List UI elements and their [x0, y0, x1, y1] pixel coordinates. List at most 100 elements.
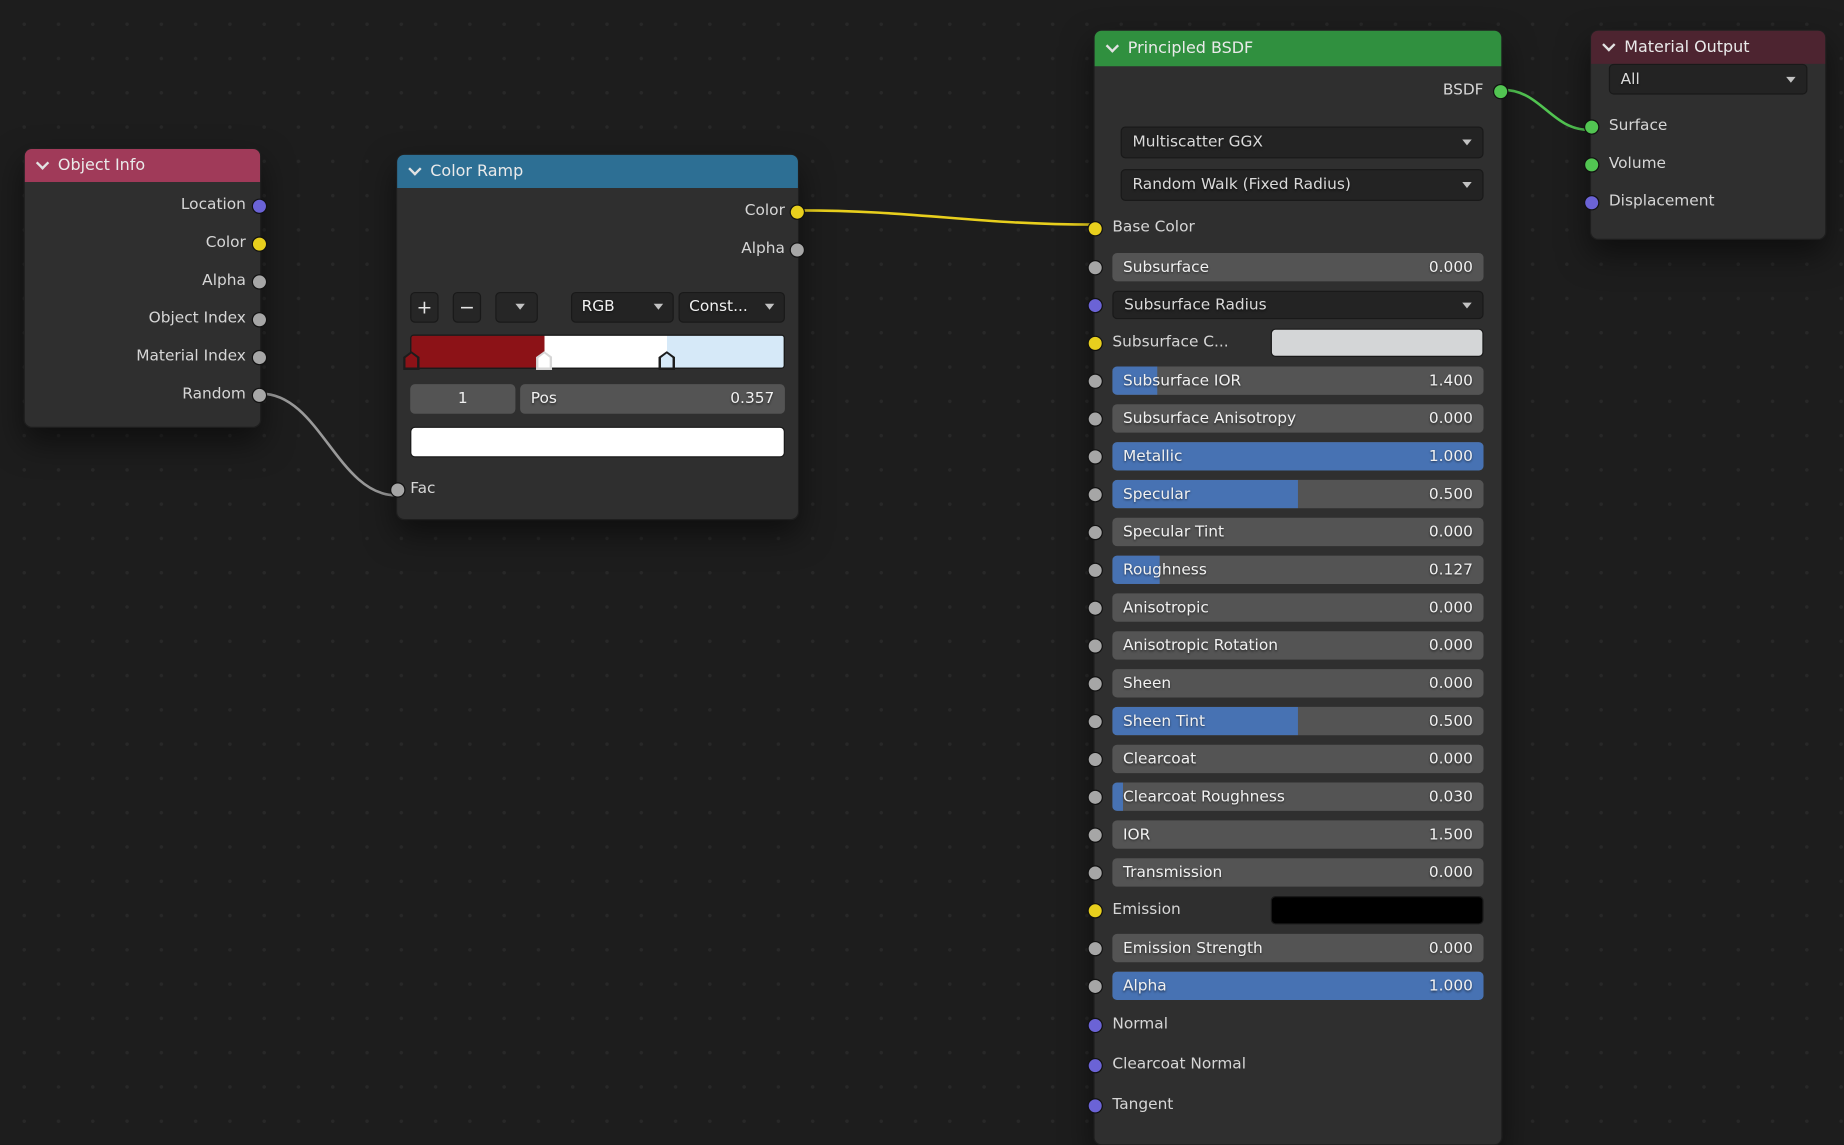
socket-anisotropic-rotation[interactable]	[1088, 638, 1103, 653]
node-header[interactable]: Color Ramp	[397, 155, 798, 188]
row-label: Color	[410, 196, 785, 227]
add-stop-button[interactable]: +	[410, 291, 438, 322]
node-editor-canvas[interactable]: Object Info LocationColorAlphaObject Ind…	[0, 0, 1844, 1144]
socket-color[interactable]	[252, 236, 267, 251]
slider-roughness[interactable]: Roughness0.127	[1112, 556, 1483, 584]
socket-bsdf[interactable]	[1493, 83, 1508, 98]
slider-value: 0.500	[1429, 485, 1473, 503]
socket-emission[interactable]	[1088, 903, 1103, 918]
socket-volume[interactable]	[1584, 157, 1599, 172]
slider-anisotropic-rotation[interactable]: Anisotropic Rotation0.000	[1112, 631, 1483, 659]
socket-subsurface-c[interactable]	[1088, 335, 1103, 350]
socket-object-index[interactable]	[252, 311, 267, 326]
socket-base-color[interactable]	[1088, 220, 1103, 235]
socket-clearcoat-roughness[interactable]	[1088, 789, 1103, 804]
node-principled-bsdf[interactable]: Principled BSDF BSDF Multiscatter GGX Ra…	[1093, 30, 1502, 1145]
socket-subsurface[interactable]	[1088, 259, 1103, 274]
socket-location[interactable]	[252, 198, 267, 213]
subsurface-method-dropdown[interactable]: Random Walk (Fixed Radius)	[1121, 169, 1484, 201]
socket-subsurface-anisotropy[interactable]	[1088, 411, 1103, 426]
remove-stop-button[interactable]: −	[453, 291, 481, 322]
chevron-down-icon	[1786, 76, 1795, 82]
slider-sheen-tint[interactable]: Sheen Tint0.500	[1112, 707, 1483, 735]
slider-clearcoat[interactable]: Clearcoat0.000	[1112, 745, 1483, 773]
socket-ior[interactable]	[1088, 827, 1103, 842]
distribution-dropdown[interactable]: Multiscatter GGX	[1121, 126, 1484, 158]
socket-specular[interactable]	[1088, 486, 1103, 501]
stop-index-field[interactable]: 1	[410, 384, 515, 414]
node-material-output[interactable]: Material Output All SurfaceVolumeDisplac…	[1590, 30, 1826, 240]
color-swatch-emission[interactable]	[1271, 896, 1484, 924]
slider-value: 0.000	[1429, 258, 1473, 276]
socket-specular-tint[interactable]	[1088, 524, 1103, 539]
node-object-info[interactable]: Object Info LocationColorAlphaObject Ind…	[24, 148, 262, 428]
node-header[interactable]: Object Info	[25, 149, 260, 182]
collapse-chevron-icon[interactable]	[36, 156, 49, 169]
socket-clearcoat[interactable]	[1088, 751, 1103, 766]
socket-subsurface-radius[interactable]	[1088, 297, 1103, 312]
slider-transmission[interactable]: Transmission0.000	[1112, 858, 1483, 886]
socket-roughness[interactable]	[1088, 562, 1103, 577]
active-stop-color-swatch[interactable]	[410, 427, 785, 458]
node-color-ramp[interactable]: Color Ramp ColorAlpha + − RGB Const...	[396, 154, 799, 520]
colorramp-gradient-bar[interactable]	[410, 335, 785, 369]
slider-emission-strength[interactable]: Emission Strength0.000	[1112, 934, 1483, 962]
color-row-emission: Emission	[1112, 896, 1483, 924]
collapse-chevron-icon[interactable]	[1602, 38, 1615, 51]
socket-metallic[interactable]	[1088, 449, 1103, 464]
gradient-stop-marker[interactable]	[659, 351, 676, 370]
slider-anisotropic[interactable]: Anisotropic0.000	[1112, 593, 1483, 621]
colorramp-options-dropdown[interactable]	[495, 291, 538, 322]
socket-surface[interactable]	[1584, 119, 1599, 134]
row-label: Base Color	[1112, 213, 1194, 244]
collapse-chevron-icon[interactable]	[1106, 39, 1119, 52]
socket-fac[interactable]	[390, 482, 405, 497]
slider-clearcoat-roughness[interactable]: Clearcoat Roughness0.030	[1112, 783, 1483, 811]
socket-transmission[interactable]	[1088, 865, 1103, 880]
slider-value: 1.400	[1429, 372, 1473, 390]
slider-metallic[interactable]: Metallic1.000	[1112, 442, 1483, 470]
gradient-stop-marker[interactable]	[536, 351, 553, 370]
socket-sheen[interactable]	[1088, 676, 1103, 691]
slider-sheen[interactable]: Sheen0.000	[1112, 669, 1483, 697]
socket-anisotropic[interactable]	[1088, 600, 1103, 615]
socket-alpha[interactable]	[252, 274, 267, 289]
slider-subsurface-anisotropy[interactable]: Subsurface Anisotropy0.000	[1112, 404, 1483, 432]
label-row-fac: Fac	[410, 474, 785, 505]
socket-material-index[interactable]	[252, 349, 267, 364]
socket-sheen-tint[interactable]	[1088, 713, 1103, 728]
label-row-displacement: Displacement	[1609, 187, 1808, 218]
socket-subsurface-ior[interactable]	[1088, 373, 1103, 388]
node-header[interactable]: Principled BSDF	[1095, 31, 1502, 66]
target-dropdown[interactable]: All	[1609, 64, 1808, 95]
output-row-material-index: Material Index	[39, 342, 246, 373]
socket-normal[interactable]	[1088, 1017, 1103, 1032]
slider-subsurface[interactable]: Subsurface0.000	[1112, 253, 1483, 281]
color-swatch-subsurface-c[interactable]	[1271, 329, 1484, 357]
node-header[interactable]: Material Output	[1591, 31, 1825, 64]
gradient-stop-marker[interactable]	[403, 351, 420, 370]
slider-ior[interactable]: IOR1.500	[1112, 820, 1483, 848]
socket-tangent[interactable]	[1088, 1098, 1103, 1113]
socket-color[interactable]	[790, 204, 805, 219]
socket-clearcoat-normal[interactable]	[1088, 1057, 1103, 1072]
slider-fill	[1112, 783, 1123, 811]
interpolation-dropdown[interactable]: Const...	[679, 291, 785, 322]
slider-specular[interactable]: Specular0.500	[1112, 480, 1483, 508]
socket-displacement[interactable]	[1584, 194, 1599, 209]
socket-alpha[interactable]	[1088, 978, 1103, 993]
chevron-down-icon	[654, 304, 663, 310]
slider-alpha[interactable]: Alpha1.000	[1112, 972, 1483, 1000]
slider-specular-tint[interactable]: Specular Tint0.000	[1112, 518, 1483, 546]
slider-subsurface-ior[interactable]: Subsurface IOR1.400	[1112, 366, 1483, 394]
socket-emission-strength[interactable]	[1088, 940, 1103, 955]
color-mode-dropdown[interactable]: RGB	[571, 291, 674, 322]
socket-alpha[interactable]	[790, 242, 805, 257]
dropdown-subsurface-radius[interactable]: Subsurface Radius	[1112, 291, 1483, 319]
collapse-chevron-icon[interactable]	[408, 162, 421, 175]
socket-random[interactable]	[252, 387, 267, 402]
row-label: Volume	[1609, 149, 1666, 180]
slider-row-anisotropic: Anisotropic0.000	[1112, 593, 1483, 621]
wire-color-to-base-color	[799, 210, 1093, 224]
stop-position-slider[interactable]: Pos 0.357	[520, 384, 785, 414]
